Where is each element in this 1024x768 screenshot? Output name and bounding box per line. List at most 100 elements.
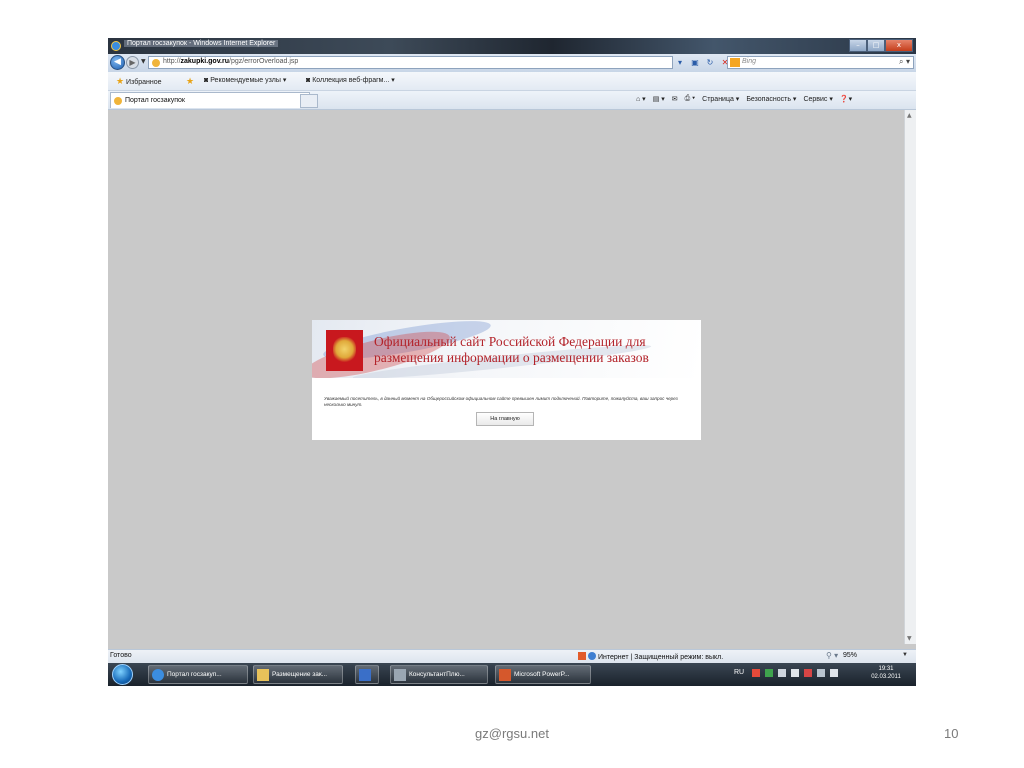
- ie-logo-icon: [111, 41, 121, 51]
- powerpoint-icon: [499, 669, 511, 681]
- slide-page-number: 10: [944, 726, 959, 741]
- url-domain: zakupki.gov.ru: [180, 58, 230, 65]
- consultant-icon: [394, 669, 406, 681]
- slide-footer-email: gz@rgsu.net: [475, 726, 549, 741]
- clock-time: 19:31: [878, 666, 894, 672]
- favorites-item-suggested-label: Рекомендуемые узлы ▾: [210, 77, 287, 84]
- history-dropdown-icon[interactable]: ▼: [141, 58, 146, 65]
- tray-flag-icon[interactable]: [804, 669, 812, 677]
- site-favicon-icon: [152, 59, 160, 67]
- maximize-button[interactable]: □: [867, 39, 885, 52]
- arrow-right-icon: ▶: [129, 58, 136, 67]
- scroll-up-icon[interactable]: ▲: [907, 112, 912, 119]
- coat-of-arms-icon: [326, 330, 363, 371]
- taskbar-item-consultant[interactable]: КонсультантПлю...: [390, 665, 488, 684]
- feeds-icon[interactable]: ▤ ▾: [653, 95, 665, 103]
- back-button[interactable]: ◀: [110, 55, 125, 70]
- address-row: ◀ ▶ ▼ http://zakupki.gov.ru/pgz/errorOve…: [108, 54, 916, 72]
- zoom-dropdown-icon[interactable]: ▼: [902, 652, 908, 658]
- window-title-bar[interactable]: Портал госзакупок - Windows Internet Exp…: [108, 38, 916, 54]
- start-button[interactable]: [112, 664, 133, 685]
- page-menu[interactable]: Страница ▾: [702, 95, 739, 103]
- error-dialog: Официальный сайт Российской Федерации дл…: [312, 320, 701, 440]
- favorites-item-webslices[interactable]: ◙ Коллекция веб-фрагм... ▾: [306, 76, 395, 84]
- folder-icon: [257, 669, 269, 681]
- mail-icon[interactable]: ✉: [672, 95, 678, 103]
- scroll-down-icon[interactable]: ▼: [907, 635, 912, 642]
- search-input[interactable]: Bing ⌕ ▾: [727, 56, 914, 69]
- globe-icon: [588, 652, 596, 660]
- home-button[interactable]: На главную: [476, 412, 534, 426]
- favorites-bar: ★ Избранное ★ ◙ Рекомендуемые узлы ▾ ◙ К…: [108, 72, 916, 91]
- taskbar-item-folder[interactable]: Размещение зак...: [253, 665, 343, 684]
- taskbar-item-media[interactable]: [355, 665, 379, 684]
- zoom-level[interactable]: 95%: [843, 652, 857, 659]
- search-icon[interactable]: ⌕ ▾: [899, 57, 910, 67]
- taskbar-item-folder-label: Размещение зак...: [272, 671, 328, 678]
- forward-button[interactable]: ▶: [126, 56, 139, 69]
- star-icon: ★: [116, 76, 125, 86]
- vertical-scrollbar[interactable]: ▲ ▼: [904, 110, 916, 644]
- tools-menu[interactable]: Сервис ▾: [803, 95, 832, 103]
- favorites-label: Избранное: [126, 79, 162, 86]
- home-icon[interactable]: ⌂ ▾: [636, 95, 646, 103]
- address-input[interactable]: http://zakupki.gov.ru/pgz/errorOverload.…: [148, 56, 673, 69]
- eagle-icon: [333, 337, 356, 364]
- close-button[interactable]: x: [885, 39, 913, 52]
- print-icon[interactable]: ⎙ ▾: [685, 95, 696, 103]
- safety-menu[interactable]: Безопасность ▾: [746, 95, 796, 103]
- tray-printer-icon[interactable]: [791, 669, 799, 677]
- tray-network-icon[interactable]: [817, 669, 825, 677]
- taskbar-item-consultant-label: КонсультантПлю...: [409, 671, 465, 678]
- zoom-icon[interactable]: ⚲ ▾: [826, 651, 838, 660]
- tab-favicon-icon: [114, 97, 122, 105]
- blocked-icon: [578, 652, 586, 660]
- tray-security-icon[interactable]: [765, 669, 773, 677]
- taskbar-item-powerpoint[interactable]: Microsoft PowerP...: [495, 665, 591, 684]
- media-player-icon: [359, 669, 371, 681]
- command-bar: ⌂ ▾ ▤ ▾ ✉ ⎙ ▾ Страница ▾ Безопасность ▾ …: [636, 95, 852, 103]
- dialog-title: Официальный сайт Российской Федерации дл…: [374, 334, 649, 366]
- security-zone[interactable]: Интернет | Защищенный режим: выкл.: [578, 652, 723, 661]
- page-content: Официальный сайт Российской Федерации дл…: [108, 110, 904, 644]
- taskbar-item-ie[interactable]: Портал госзакуп...: [148, 665, 248, 684]
- tray-volume-icon[interactable]: [830, 669, 838, 677]
- favorites-item-webslices-label: Коллекция веб-фрагм... ▾: [312, 77, 395, 84]
- url-prefix: http://: [163, 58, 181, 65]
- address-dropdown-icon[interactable]: ▾: [674, 56, 686, 69]
- tray-speaker-icon[interactable]: [778, 669, 786, 677]
- new-tab-button[interactable]: [300, 94, 318, 108]
- tab-label: Портал госзакупок: [125, 97, 185, 104]
- status-bar: Готово Интернет | Защищенный режим: выкл…: [108, 649, 916, 663]
- tray-app-icon[interactable]: [752, 669, 760, 677]
- arrow-left-icon: ◀: [114, 57, 121, 67]
- dialog-title-line1: Официальный сайт Российской Федерации дл…: [374, 334, 646, 349]
- minimize-button[interactable]: –: [849, 39, 867, 52]
- window-controls: – □ x: [849, 39, 913, 52]
- screenshot-frame: Портал госзакупок - Windows Internet Exp…: [108, 38, 916, 686]
- tab-row: Портал госзакупок ⌂ ▾ ▤ ▾ ✉ ⎙ ▾ Страница…: [108, 91, 916, 110]
- help-icon: ❓: [839, 96, 849, 103]
- star-add-icon: ★: [186, 76, 195, 86]
- add-favorite-icon[interactable]: ★: [186, 76, 194, 87]
- tab-portal[interactable]: Портал госзакупок: [110, 92, 310, 108]
- language-indicator[interactable]: RU: [734, 669, 744, 676]
- address-url: http://zakupki.gov.ru/pgz/errorOverload.…: [163, 58, 298, 65]
- taskbar-item-powerpoint-label: Microsoft PowerP...: [514, 671, 570, 678]
- favorites-button[interactable]: ★ Избранное: [116, 76, 162, 87]
- search-placeholder: Bing: [742, 58, 757, 65]
- favorites-item-suggested[interactable]: ◙ Рекомендуемые узлы ▾: [204, 76, 286, 84]
- compatibility-view-icon[interactable]: ▣: [689, 56, 701, 69]
- help-menu-arrow: ▾: [848, 96, 853, 103]
- ie-icon: [152, 669, 164, 681]
- bing-icon: [730, 58, 740, 67]
- help-menu[interactable]: ❓▾: [840, 95, 852, 103]
- refresh-icon[interactable]: ↻: [704, 56, 716, 69]
- status-text: Готово: [110, 652, 132, 659]
- taskbar-clock[interactable]: 19:31 02.03.2011: [866, 665, 906, 681]
- dialog-title-line2: размещения информации о размещении заказ…: [374, 350, 649, 365]
- url-path: /pgz/errorOverload.jsp: [229, 58, 299, 65]
- dialog-message: Уважаемый посетитель, в данный момент на…: [324, 396, 678, 407]
- system-tray: [752, 669, 838, 677]
- security-zone-label: Интернет | Защищенный режим: выкл.: [598, 654, 724, 661]
